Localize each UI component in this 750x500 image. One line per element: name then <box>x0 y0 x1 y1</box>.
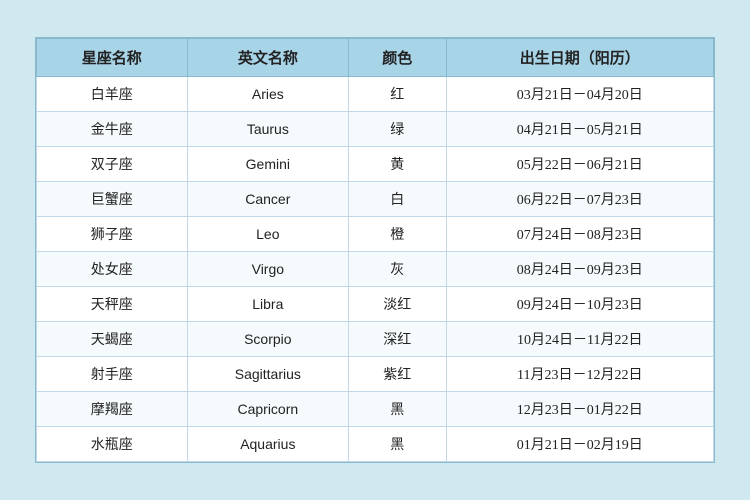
table-row: 射手座Sagittarius紫红11月23日－12月22日 <box>37 357 714 392</box>
table-row: 水瓶座Aquarius黑01月21日－02月19日 <box>37 427 714 462</box>
cell-chinese-name: 摩羯座 <box>37 392 188 427</box>
cell-english-name: Aquarius <box>187 427 348 462</box>
zodiac-table-container: 星座名称 英文名称 颜色 出生日期（阳历） 白羊座Aries红03月21日－04… <box>35 37 715 463</box>
cell-color: 红 <box>349 77 446 112</box>
cell-chinese-name: 天蝎座 <box>37 322 188 357</box>
cell-english-name: Virgo <box>187 252 348 287</box>
cell-date: 08月24日－09月23日 <box>446 252 713 287</box>
cell-date: 01月21日－02月19日 <box>446 427 713 462</box>
cell-date: 03月21日－04月20日 <box>446 77 713 112</box>
table-row: 巨蟹座Cancer白06月22日－07月23日 <box>37 182 714 217</box>
cell-color: 紫红 <box>349 357 446 392</box>
table-body: 白羊座Aries红03月21日－04月20日金牛座Taurus绿04月21日－0… <box>37 77 714 462</box>
cell-chinese-name: 处女座 <box>37 252 188 287</box>
header-english-name: 英文名称 <box>187 39 348 77</box>
cell-chinese-name: 射手座 <box>37 357 188 392</box>
header-color: 颜色 <box>349 39 446 77</box>
table-row: 狮子座Leo橙07月24日－08月23日 <box>37 217 714 252</box>
table-row: 天蝎座Scorpio深红10月24日－11月22日 <box>37 322 714 357</box>
cell-date: 06月22日－07月23日 <box>446 182 713 217</box>
header-date: 出生日期（阳历） <box>446 39 713 77</box>
cell-chinese-name: 天秤座 <box>37 287 188 322</box>
cell-date: 11月23日－12月22日 <box>446 357 713 392</box>
cell-english-name: Taurus <box>187 112 348 147</box>
cell-chinese-name: 金牛座 <box>37 112 188 147</box>
cell-english-name: Libra <box>187 287 348 322</box>
table-row: 双子座Gemini黄05月22日－06月21日 <box>37 147 714 182</box>
cell-color: 黄 <box>349 147 446 182</box>
cell-english-name: Leo <box>187 217 348 252</box>
cell-date: 07月24日－08月23日 <box>446 217 713 252</box>
cell-date: 05月22日－06月21日 <box>446 147 713 182</box>
cell-english-name: Aries <box>187 77 348 112</box>
cell-chinese-name: 狮子座 <box>37 217 188 252</box>
cell-date: 12月23日－01月22日 <box>446 392 713 427</box>
table-header-row: 星座名称 英文名称 颜色 出生日期（阳历） <box>37 39 714 77</box>
cell-date: 09月24日－10月23日 <box>446 287 713 322</box>
cell-color: 白 <box>349 182 446 217</box>
cell-chinese-name: 水瓶座 <box>37 427 188 462</box>
cell-color: 橙 <box>349 217 446 252</box>
cell-color: 淡红 <box>349 287 446 322</box>
cell-chinese-name: 双子座 <box>37 147 188 182</box>
cell-date: 04月21日－05月21日 <box>446 112 713 147</box>
table-row: 天秤座Libra淡红09月24日－10月23日 <box>37 287 714 322</box>
cell-date: 10月24日－11月22日 <box>446 322 713 357</box>
cell-color: 黑 <box>349 427 446 462</box>
header-chinese-name: 星座名称 <box>37 39 188 77</box>
cell-english-name: Sagittarius <box>187 357 348 392</box>
zodiac-table: 星座名称 英文名称 颜色 出生日期（阳历） 白羊座Aries红03月21日－04… <box>36 38 714 462</box>
cell-english-name: Gemini <box>187 147 348 182</box>
cell-english-name: Cancer <box>187 182 348 217</box>
table-row: 金牛座Taurus绿04月21日－05月21日 <box>37 112 714 147</box>
cell-english-name: Scorpio <box>187 322 348 357</box>
cell-chinese-name: 巨蟹座 <box>37 182 188 217</box>
cell-color: 黑 <box>349 392 446 427</box>
table-row: 白羊座Aries红03月21日－04月20日 <box>37 77 714 112</box>
cell-english-name: Capricorn <box>187 392 348 427</box>
table-row: 处女座Virgo灰08月24日－09月23日 <box>37 252 714 287</box>
cell-chinese-name: 白羊座 <box>37 77 188 112</box>
table-row: 摩羯座Capricorn黑12月23日－01月22日 <box>37 392 714 427</box>
cell-color: 深红 <box>349 322 446 357</box>
cell-color: 灰 <box>349 252 446 287</box>
cell-color: 绿 <box>349 112 446 147</box>
